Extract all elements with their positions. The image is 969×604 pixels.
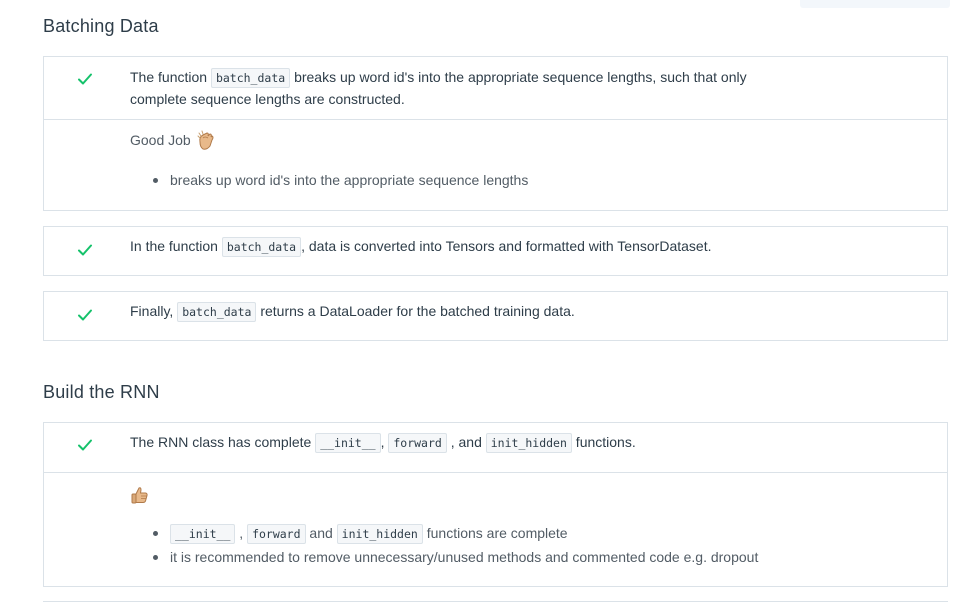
criterion-text-part: Finally, [130, 303, 178, 319]
criterion-card-batch-sequence: The function batch_data breaks up word i… [43, 56, 948, 211]
criterion-text: The function batch_data breaks up word i… [130, 67, 807, 110]
review-bullet: breaks up word id's into the appropriate… [153, 169, 907, 192]
criterion-text: The RNN class has complete __init__, for… [130, 432, 907, 454]
review-text-part: functions are complete [422, 525, 568, 541]
review-text-part: , [235, 525, 248, 541]
inline-code: batch_data [210, 68, 291, 88]
criterion-text-part: , data is converted into Tensors and for… [301, 238, 712, 254]
check-icon [78, 73, 92, 85]
section-title-build-the-rnn: Build the RNN [43, 382, 160, 402]
reviewer-comment: __init__ , forward and init_hidden funct… [44, 472, 947, 586]
criterion-text-part: functions. [571, 434, 636, 450]
check-icon [78, 309, 92, 321]
bottom-divider [43, 601, 948, 602]
criterion-text: In the function batch_data, data is conv… [130, 236, 907, 258]
inline-code: batch_data [221, 237, 302, 257]
review-bullet: it is recommended to remove unnecessary/… [153, 546, 907, 569]
inline-code: init_hidden [485, 433, 572, 453]
inline-code: __init__ [315, 433, 381, 453]
criterion-row: The RNN class has complete __init__, for… [44, 423, 947, 472]
review-note [130, 485, 907, 505]
criterion-card-tensor-dataset: In the function batch_data, data is conv… [43, 226, 948, 276]
top-fade-bar [800, 0, 950, 8]
criterion-row: The function batch_data breaks up word i… [44, 57, 947, 119]
criterion-text: Finally, batch_data returns a DataLoader… [130, 301, 907, 323]
review-bullet-list: breaks up word id's into the appropriate… [130, 169, 907, 192]
criterion-card-dataloader: Finally, batch_data returns a DataLoader… [43, 291, 948, 341]
criterion-text-part: The RNN class has complete [130, 434, 316, 450]
clapping-hands-icon [197, 130, 214, 150]
check-icon [78, 439, 92, 451]
inline-code: batch_data [177, 302, 257, 322]
criterion-text-part: The function [130, 69, 211, 85]
inline-code: init_hidden [336, 524, 423, 544]
criterion-row: In the function batch_data, data is conv… [44, 227, 947, 275]
review-text-part: and [305, 525, 337, 541]
inline-code: __init__ [170, 524, 236, 544]
review-bullet-list: __init__ , forward and init_hidden funct… [130, 522, 907, 569]
inline-code: forward [388, 433, 447, 453]
review-bullet: __init__ , forward and init_hidden funct… [153, 522, 907, 546]
reviewer-comment-body: Good Job breaks up word id's into the ap… [130, 130, 907, 192]
criterion-text-part: In the function [130, 238, 222, 254]
review-note: Good Job [130, 130, 907, 152]
check-icon [78, 244, 92, 256]
criterion-row: Finally, batch_data returns a DataLoader… [44, 292, 947, 340]
review-note-text: Good Job [130, 132, 191, 148]
thumbs-up-icon [131, 487, 148, 504]
reviewer-comment: Good Job breaks up word id's into the ap… [44, 119, 947, 211]
inline-code: forward [247, 524, 306, 544]
section-title-batching-data: Batching Data [43, 16, 159, 36]
criterion-text-part: returns a DataLoader for the batched tra… [256, 303, 575, 319]
criterion-text-part: , and [446, 434, 486, 450]
reviewer-comment-body: __init__ , forward and init_hidden funct… [130, 485, 907, 569]
criterion-card-rnn-class: The RNN class has complete __init__, for… [43, 422, 948, 587]
